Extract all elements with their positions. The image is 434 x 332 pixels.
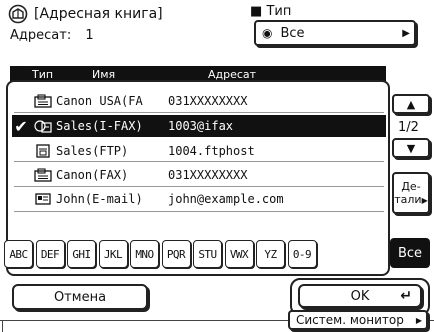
- scroll-down-button[interactable]: ▼: [392, 138, 430, 158]
- type-dropdown[interactable]: ◉ Все ▶: [254, 20, 416, 46]
- key-mno[interactable]: MNO: [130, 240, 159, 268]
- row-name: Canon USA(FA: [56, 94, 143, 108]
- row-address: 031XXXXXXXX: [168, 168, 248, 182]
- fax-icon: [30, 94, 56, 108]
- key-stu[interactable]: STU: [193, 240, 222, 268]
- status-left-border: [2, 320, 3, 332]
- triangle-up-icon: ▲: [406, 97, 416, 111]
- row-divider: [14, 112, 384, 113]
- all-type-icon: ◉: [262, 26, 273, 40]
- details-label-line1: Де-: [401, 179, 421, 193]
- type-label-text: Тип: [266, 4, 292, 19]
- key-ghi[interactable]: GHI: [67, 240, 96, 268]
- row-address: 031XXXXXXXX: [168, 94, 248, 108]
- recipient-label-text: Адресат:: [10, 28, 72, 43]
- list-row-5[interactable]: John(E-mail) john@example.com: [12, 188, 386, 210]
- recipient-count: 1: [85, 28, 94, 43]
- ok-label: OK: [350, 288, 370, 304]
- chevron-right-icon: ▶: [415, 315, 422, 325]
- row-address: 1003@ifax: [168, 119, 234, 133]
- row-name: John(E-mail): [56, 192, 143, 206]
- type-value: Все: [280, 25, 305, 41]
- key-vwx[interactable]: VWX: [224, 240, 254, 268]
- ifax-icon: [30, 119, 56, 133]
- row-address: 1004.ftphost: [168, 144, 255, 158]
- list-row-2[interactable]: ✔ Sales(I-FAX) 1003@ifax: [12, 115, 386, 137]
- chevron-right-icon: ▶: [421, 195, 428, 205]
- page-indicator: 1/2: [398, 120, 419, 135]
- system-monitor-button[interactable]: Систем. монитор ▶: [288, 310, 428, 330]
- system-monitor-label: Систем. монитор: [296, 313, 404, 327]
- key-jkl[interactable]: JKL: [98, 240, 128, 268]
- row-name: Sales(FTP): [56, 144, 129, 158]
- square-bullet-icon: ■: [250, 4, 263, 19]
- row-divider: [14, 211, 384, 212]
- email-icon: [30, 192, 56, 206]
- key-abc[interactable]: ABC: [4, 240, 33, 268]
- page-title: [Адресная книга]: [34, 6, 163, 22]
- triangle-down-icon: ▼: [406, 141, 416, 155]
- row-address: john@example.com: [168, 192, 284, 206]
- enter-arrow-icon: ↵: [400, 288, 412, 304]
- ftp-icon: [30, 144, 56, 158]
- key-pqr[interactable]: PQR: [161, 240, 191, 268]
- scroll-up-button[interactable]: ▲: [392, 94, 430, 114]
- filter-keys: ABC DEF GHI JKL MNO PQR STU VWX YZ 0-9: [4, 240, 319, 268]
- key-all[interactable]: Все: [390, 238, 430, 268]
- cancel-button[interactable]: Отмена: [12, 284, 148, 310]
- addressbook-icon: [8, 4, 28, 24]
- row-divider: [14, 161, 384, 162]
- ok-button[interactable]: OK ↵: [298, 284, 422, 308]
- details-button[interactable]: Де- тали▶: [392, 172, 430, 214]
- type-label: ■ Тип: [250, 4, 291, 19]
- fax-icon: [30, 168, 56, 182]
- key-0-9[interactable]: 0-9: [287, 240, 317, 268]
- row-name: Sales(I-FAX): [56, 119, 143, 133]
- chevron-right-icon: ▶: [402, 27, 410, 39]
- checkmark-icon: ✔: [14, 116, 28, 136]
- key-yz[interactable]: YZ: [256, 240, 285, 268]
- details-label-line2-text: тали: [394, 192, 422, 206]
- recipient-label: Адресат: 1: [10, 28, 94, 43]
- list-row-1[interactable]: Canon USA(FA 031XXXXXXXX: [12, 90, 386, 112]
- row-name: Canon(FAX): [56, 168, 129, 182]
- list-row-3[interactable]: Sales(FTP) 1004.ftphost: [12, 140, 386, 162]
- key-def[interactable]: DEF: [35, 240, 65, 268]
- list-row-4[interactable]: Canon(FAX) 031XXXXXXXX: [12, 164, 386, 186]
- row-divider: [14, 186, 384, 187]
- details-label-line2: тали▶: [394, 193, 427, 207]
